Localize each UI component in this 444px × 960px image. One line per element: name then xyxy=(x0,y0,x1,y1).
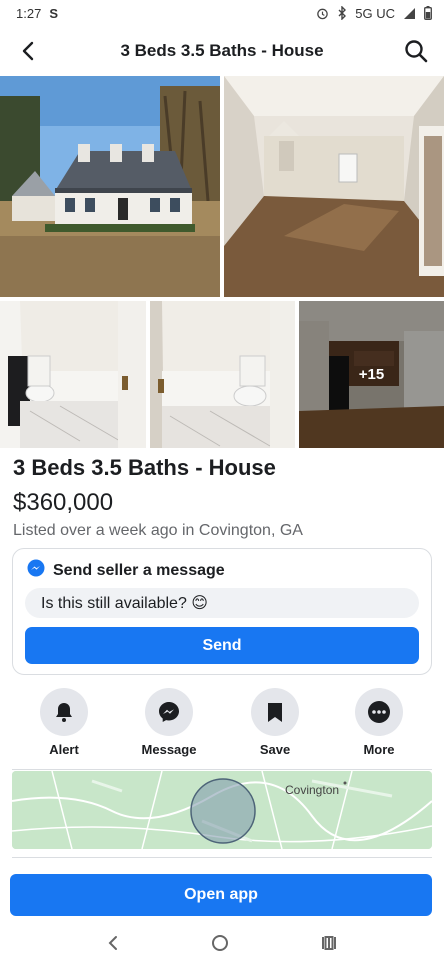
message-input[interactable]: Is this still available? 😊 xyxy=(25,588,419,618)
action-row: Alert Message Save More xyxy=(0,688,444,760)
message-label: Message xyxy=(141,742,197,757)
status-time: 1:27 xyxy=(16,5,42,21)
messenger-icon xyxy=(159,702,179,722)
photo-grid: +15 xyxy=(0,76,444,448)
status-bar: 1:27 S 5G UC xyxy=(0,0,444,26)
photo-exterior[interactable] xyxy=(0,76,220,297)
message-card: Send seller a message Is this still avai… xyxy=(12,548,432,675)
nav-recents-icon[interactable] xyxy=(320,935,338,956)
system-nav-bar xyxy=(0,930,444,960)
page-title: 3 Beds 3.5 Baths - House xyxy=(120,41,324,60)
more-label: More xyxy=(363,742,395,757)
message-heading-text: Send seller a message xyxy=(53,561,225,579)
bookmark-icon xyxy=(268,703,282,722)
signal-icon xyxy=(403,7,416,20)
save-button[interactable]: Save xyxy=(230,688,320,757)
search-icon xyxy=(405,40,428,63)
open-app-button[interactable]: Open app xyxy=(10,874,432,916)
photo-bathroom-1[interactable] xyxy=(0,301,146,448)
photo-kitchen-more[interactable]: +15 xyxy=(299,301,444,448)
nav-back-icon[interactable] xyxy=(106,935,120,956)
alert-button[interactable]: Alert xyxy=(19,688,109,757)
map-city-label: Covington xyxy=(285,783,340,797)
photo-interior-room[interactable] xyxy=(224,76,444,297)
send-button[interactable]: Send xyxy=(25,627,419,664)
listing-meta: Listed over a week ago in Covington, GA xyxy=(13,522,303,539)
listing-price: $360,000 xyxy=(13,489,114,516)
back-button[interactable] xyxy=(14,37,42,65)
alarm-icon xyxy=(316,7,329,20)
save-label: Save xyxy=(259,742,291,757)
back-arrow-icon xyxy=(22,41,34,61)
battery-icon xyxy=(424,6,432,20)
divider xyxy=(12,769,432,770)
bluetooth-icon xyxy=(337,6,347,20)
location-map[interactable]: Covington xyxy=(12,771,432,849)
divider xyxy=(12,857,432,858)
photo-bathroom-2[interactable] xyxy=(150,301,295,448)
more-icon xyxy=(368,701,390,723)
bell-icon xyxy=(56,703,72,722)
listing-title: 3 Beds 3.5 Baths - House xyxy=(13,455,276,480)
message-heading: Send seller a message xyxy=(27,559,225,582)
alert-label: Alert xyxy=(49,742,79,757)
nav-home-icon[interactable] xyxy=(211,934,229,957)
carrier-icon: S xyxy=(49,5,58,21)
search-button[interactable] xyxy=(402,37,430,65)
message-button[interactable]: Message xyxy=(124,688,214,757)
more-button[interactable]: More xyxy=(334,688,424,757)
network-label: 5G UC xyxy=(355,5,395,21)
messenger-icon xyxy=(27,559,45,582)
message-input-text: Is this still available? 😊 xyxy=(41,595,208,612)
app-header: 3 Beds 3.5 Baths - House xyxy=(0,26,444,76)
more-photos-count: +15 xyxy=(358,366,385,383)
